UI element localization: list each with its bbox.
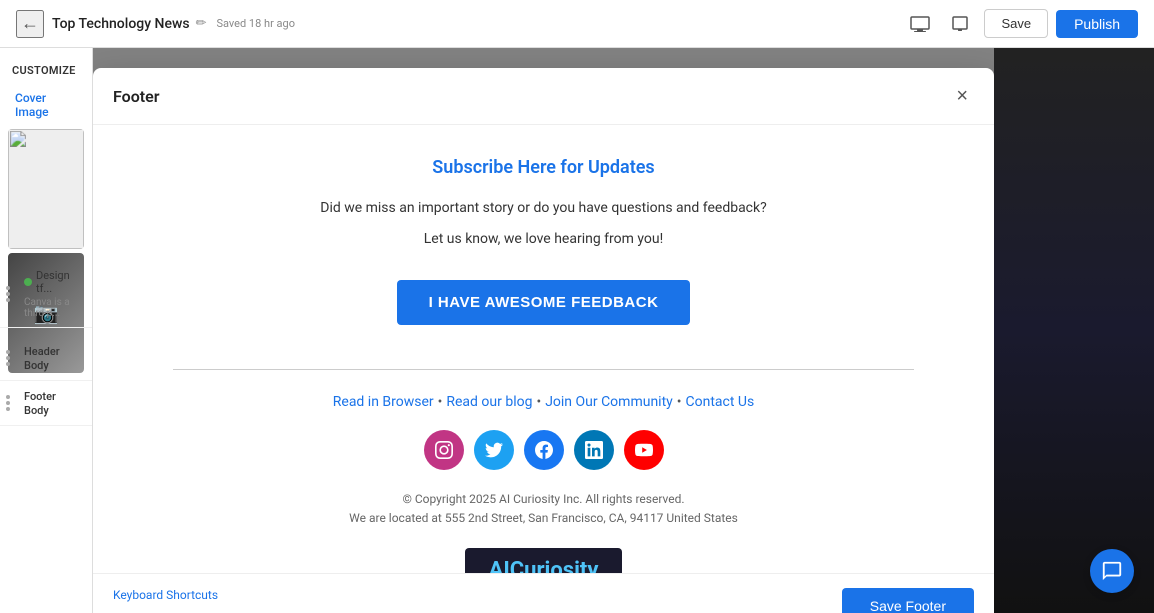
cover-image-preview: 📷 bbox=[8, 129, 84, 249]
drag-handle bbox=[6, 286, 10, 302]
cover-image-thumb bbox=[8, 129, 84, 249]
device-toggle-button[interactable] bbox=[944, 8, 976, 40]
nav-dot-3: • bbox=[677, 394, 682, 410]
modal-footer-bar: Keyboard Shortcuts Save Footer bbox=[93, 573, 994, 613]
modal-close-button[interactable]: × bbox=[950, 84, 974, 108]
preview-icon bbox=[910, 16, 930, 32]
device-icon bbox=[951, 15, 969, 33]
chat-icon bbox=[1101, 560, 1123, 582]
instagram-icon[interactable] bbox=[424, 430, 464, 470]
edit-title-icon[interactable]: ✏ bbox=[196, 16, 207, 31]
nav-link-contact-us[interactable]: Contact Us bbox=[686, 394, 755, 410]
right-preview-panel bbox=[994, 48, 1154, 613]
logo-ai: AI bbox=[489, 558, 510, 573]
document-title: Top Technology News bbox=[52, 16, 190, 32]
modal-title: Footer bbox=[113, 87, 159, 106]
keyboard-shortcuts-link[interactable]: Keyboard Shortcuts bbox=[113, 588, 218, 613]
drag-handle-3 bbox=[6, 395, 10, 411]
footer-modal: Footer × Subscribe Here for Updates Did … bbox=[93, 68, 994, 613]
linkedin-icon[interactable] bbox=[574, 430, 614, 470]
modal-body: Subscribe Here for Updates Did we miss a… bbox=[93, 125, 994, 573]
footer-copyright: © Copyright 2025 AI Curiosity Inc. All r… bbox=[173, 490, 914, 528]
footer-desc-2: Let us know, we love hearing from you! bbox=[173, 229, 914, 250]
nav-dot-1: • bbox=[438, 394, 443, 410]
preview-icon-button[interactable] bbox=[904, 8, 936, 40]
publish-button[interactable]: Publish bbox=[1056, 10, 1138, 38]
facebook-icon[interactable] bbox=[524, 430, 564, 470]
logo-curiosity: Curiosity bbox=[510, 558, 599, 573]
customize-section-title: CUSTOMIZE bbox=[0, 64, 92, 85]
twitter-icon[interactable] bbox=[474, 430, 514, 470]
save-footer-button[interactable]: Save Footer bbox=[842, 588, 974, 613]
footer-desc-1: Did we miss an important story or do you… bbox=[173, 198, 914, 219]
footer-body-label: Footer Body bbox=[24, 390, 56, 417]
document-title-area: Top Technology News ✏ bbox=[52, 16, 206, 32]
design-item-label: Design tf... bbox=[36, 269, 80, 295]
design-status-dot bbox=[24, 278, 32, 286]
main-editor-canvas: theverge.com theverge.com Footer × Subsc… bbox=[93, 48, 994, 613]
copyright-line-2: We are located at 555 2nd Street, San Fr… bbox=[173, 509, 914, 528]
subscribe-title: Subscribe Here for Updates bbox=[173, 157, 914, 178]
topbar: ← Top Technology News ✏ Saved 18 hr ago … bbox=[0, 0, 1154, 48]
sidebar-header-body[interactable]: Header Body bbox=[0, 336, 92, 381]
saved-status: Saved 18 hr ago bbox=[216, 17, 295, 30]
design-item-sub: Canva is a third p... bbox=[24, 297, 80, 319]
copyright-line-1: © Copyright 2025 AI Curiosity Inc. All r… bbox=[173, 490, 914, 509]
sidebar-item-cover-image[interactable]: Cover Image bbox=[0, 85, 92, 125]
sidebar-design-block[interactable]: Design tf... Canva is a third p... bbox=[0, 261, 92, 328]
nav-link-read-our-blog[interactable]: Read our blog bbox=[446, 394, 532, 410]
header-body-label: Header Body bbox=[24, 345, 60, 372]
nav-link-read-in-browser[interactable]: Read in Browser bbox=[333, 394, 434, 410]
social-icons-row bbox=[173, 430, 914, 470]
footer-preview-area: Subscribe Here for Updates Did we miss a… bbox=[93, 125, 994, 573]
right-preview-bg bbox=[994, 48, 1154, 613]
left-sidebar: CUSTOMIZE Cover Image 📷 Design tf... bbox=[0, 48, 93, 613]
footer-logo: AICuriosity bbox=[465, 548, 623, 573]
youtube-icon[interactable] bbox=[624, 430, 664, 470]
drag-handle-2 bbox=[6, 350, 10, 366]
sidebar-footer-body[interactable]: Footer Body bbox=[0, 381, 92, 426]
back-button[interactable]: ← bbox=[16, 10, 44, 38]
modal-header: Footer × bbox=[93, 68, 994, 125]
footer-nav-links: Read in Browser • Read our blog • Join O… bbox=[173, 394, 914, 410]
footer-divider bbox=[173, 369, 914, 370]
save-button[interactable]: Save bbox=[984, 9, 1048, 38]
feedback-button[interactable]: I HAVE AWESOME FEEDBACK bbox=[397, 280, 691, 325]
nav-dot-2: • bbox=[536, 394, 541, 410]
nav-link-join-community[interactable]: Join Our Community bbox=[545, 394, 673, 410]
chat-widget-button[interactable] bbox=[1090, 549, 1134, 593]
modal-overlay: Footer × Subscribe Here for Updates Did … bbox=[93, 48, 994, 613]
